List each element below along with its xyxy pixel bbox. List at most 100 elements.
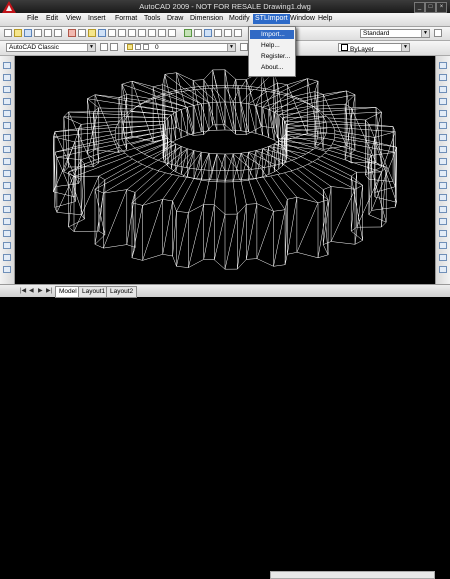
properties-icon[interactable] [184,29,192,37]
extend-icon[interactable] [439,182,447,189]
text-style-select[interactable]: Standard ▼ [360,29,430,38]
menu-modify[interactable]: Modify [229,15,250,22]
construction-line-icon[interactable] [3,74,11,81]
insert-block-icon[interactable] [3,194,11,201]
menu-dimension[interactable]: Dimension [190,15,223,22]
new-icon[interactable] [4,29,12,37]
line-icon[interactable] [3,62,11,69]
tab-model[interactable]: Model [55,286,81,298]
zoom-realtime-icon[interactable] [148,29,156,37]
print-icon[interactable] [34,29,42,37]
mirror-icon[interactable] [439,86,447,93]
tool-palettes-icon[interactable] [204,29,212,37]
color-value: ByLayer [350,46,374,53]
chevron-down-icon[interactable]: ▼ [421,30,429,37]
array-icon[interactable] [439,110,447,117]
circle-icon[interactable] [3,134,11,141]
zoom-previous-icon[interactable] [168,29,176,37]
publish-icon[interactable] [54,29,62,37]
menu-format[interactable]: Format [115,15,137,22]
undo-icon[interactable] [118,29,126,37]
menu-view[interactable]: View [66,15,81,22]
chamfer-icon[interactable] [439,230,447,237]
layer-properties-icon[interactable] [110,43,118,51]
multiline-text-icon[interactable] [3,266,11,273]
color-select[interactable]: ByLayer ▼ [338,43,410,52]
scale-icon[interactable] [439,146,447,153]
redo-icon[interactable] [128,29,136,37]
revision-cloud-icon[interactable] [3,146,11,153]
gradient-icon[interactable] [3,242,11,249]
break-icon[interactable] [439,206,447,213]
arc-icon[interactable] [3,122,11,129]
move-icon[interactable] [439,122,447,129]
save-icon[interactable] [24,29,32,37]
design-center-icon[interactable] [194,29,202,37]
block-editor-icon[interactable] [108,29,116,37]
tab-layout1[interactable]: Layout1 [78,286,109,298]
menu-stlimport[interactable]: STLImport [253,14,290,24]
hatch-icon[interactable] [3,230,11,237]
ellipse-arc-icon[interactable] [3,182,11,189]
toolbar-options-icon[interactable] [434,29,442,37]
match-properties-icon[interactable] [98,29,106,37]
trim-icon[interactable] [439,170,447,177]
chevron-down-icon[interactable]: ▼ [87,44,95,51]
rectangle-icon[interactable] [3,110,11,117]
stlimport-icon[interactable] [439,266,447,273]
chevron-down-icon[interactable]: ▼ [227,44,235,51]
point-icon[interactable] [3,218,11,225]
menu-tools[interactable]: Tools [144,15,160,22]
region-icon[interactable] [3,254,11,261]
menu-edit[interactable]: Edit [46,15,58,22]
zoom-window-icon[interactable] [158,29,166,37]
open-icon[interactable] [14,29,22,37]
cut-icon[interactable] [68,29,76,37]
spline-icon[interactable] [3,158,11,165]
maximize-button[interactable]: □ [425,2,436,13]
make-block-icon[interactable] [3,206,11,213]
polyline-icon[interactable] [3,86,11,93]
markup-icon[interactable] [224,29,232,37]
import-menu-item[interactable]: Import... [250,30,294,39]
explode-icon[interactable] [439,254,447,261]
join-icon[interactable] [439,218,447,225]
tab-layout2[interactable]: Layout2 [106,286,137,298]
make-current-layer-icon[interactable] [240,43,248,51]
drawing-canvas[interactable] [15,56,435,284]
menu-window[interactable]: Window [290,15,315,22]
copy-icon[interactable] [78,29,86,37]
menu-file[interactable]: File [27,15,38,22]
quickcalc-icon[interactable] [234,29,242,37]
prev-tab-icon[interactable]: ◀ [29,287,36,295]
paste-icon[interactable] [88,29,96,37]
menu-draw[interactable]: Draw [167,15,183,22]
menu-insert[interactable]: Insert [88,15,106,22]
copy-object-icon[interactable] [439,74,447,81]
workspace-select[interactable]: AutoCAD Classic ▼ [6,43,96,52]
break-at-point-icon[interactable] [439,194,447,201]
layer-select[interactable]: 0 ▼ [124,43,236,52]
help-menu-item[interactable]: Help... [261,42,280,49]
next-tab-icon[interactable]: ▶ [38,287,45,295]
about-menu-item[interactable]: About... [261,64,283,71]
rotate-icon[interactable] [439,134,447,141]
minimize-button[interactable]: _ [414,2,425,13]
register-menu-item[interactable]: Register... [261,53,290,60]
polygon-icon[interactable] [3,98,11,105]
menu-help[interactable]: Help [318,15,332,22]
erase-icon[interactable] [439,62,447,69]
offset-icon[interactable] [439,98,447,105]
first-tab-icon[interactable]: |◀ [20,287,27,295]
pan-icon[interactable] [138,29,146,37]
stretch-icon[interactable] [439,158,447,165]
workspace-settings-icon[interactable] [100,43,108,51]
print-preview-icon[interactable] [44,29,52,37]
sheet-set-icon[interactable] [214,29,222,37]
horizontal-scrollbar[interactable] [270,571,435,579]
last-tab-icon[interactable]: ▶| [46,287,53,295]
fillet-icon[interactable] [439,242,447,249]
ellipse-icon[interactable] [3,170,11,177]
close-button[interactable]: × [436,2,447,13]
chevron-down-icon[interactable]: ▼ [401,44,409,51]
